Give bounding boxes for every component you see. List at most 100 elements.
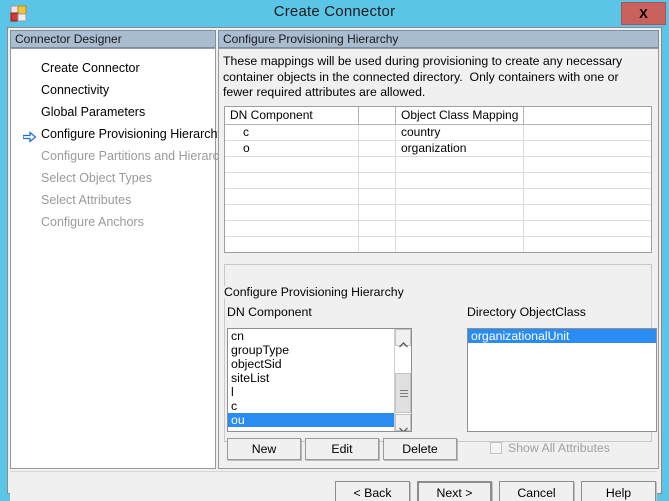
- scroll-down-button[interactable]: [395, 414, 411, 431]
- list-item-selected[interactable]: ou: [228, 413, 394, 427]
- cell-dn-component: c: [225, 125, 359, 140]
- cell-dn-component: o: [225, 141, 359, 156]
- list-item[interactable]: c: [228, 399, 394, 413]
- sidebar-item-label: Configure Anchors: [41, 215, 144, 229]
- cell-empty: [359, 237, 396, 252]
- dn-component-listbox[interactable]: cn groupType objectSid siteList l c ou: [227, 328, 412, 432]
- cell-empty: [225, 221, 359, 236]
- page-description: These mappings will be used during provi…: [223, 54, 626, 99]
- new-button[interactable]: New: [227, 438, 301, 460]
- grid-column-header-spacer[interactable]: [359, 107, 396, 124]
- grid-header-row: DN Component Object Class Mapping: [225, 107, 651, 125]
- cell-object-class-mapping: country: [396, 125, 524, 140]
- cell-empty: [359, 221, 396, 236]
- sidebar-item-label: Select Attributes: [41, 193, 132, 207]
- dn-component-label: DN Component: [227, 305, 312, 319]
- dialog-client-area: Connector Designer Create Connector Conn…: [7, 27, 662, 501]
- cell-spacer: [359, 125, 396, 140]
- title-bar: Create Connector X: [0, 0, 669, 27]
- cell-empty: [524, 173, 651, 188]
- table-row-empty[interactable]: [225, 221, 651, 237]
- next-button[interactable]: Next >: [417, 481, 492, 501]
- create-connector-window: Create Connector X Connector Designer Cr…: [0, 0, 669, 501]
- sidebar-item-select-attributes: Select Attributes: [11, 189, 215, 211]
- cell-empty: [524, 237, 651, 252]
- grid-column-header-filler[interactable]: [524, 107, 651, 124]
- list-item[interactable]: l: [228, 385, 394, 399]
- sidebar-item-label: Global Parameters: [41, 105, 146, 119]
- table-row-empty[interactable]: [225, 157, 651, 173]
- list-item[interactable]: siteList: [228, 371, 394, 385]
- scrollbar-grip-icon: [400, 390, 408, 397]
- cell-empty: [524, 157, 651, 172]
- directory-objectclass-listbox[interactable]: organizationalUnit: [467, 328, 657, 432]
- checkbox-box-icon: [490, 442, 502, 454]
- sidebar-item-configure-provisioning-hierarchy[interactable]: Configure Provisioning Hierarchy: [11, 123, 224, 145]
- cell-filler: [524, 125, 651, 140]
- cell-empty: [524, 205, 651, 220]
- sidebar-item-select-object-types: Select Object Types: [11, 167, 215, 189]
- window-title: Create Connector: [273, 3, 396, 20]
- cell-empty: [359, 205, 396, 220]
- sidebar-item-create-connector[interactable]: Create Connector: [11, 57, 215, 79]
- current-step-arrow-icon: [22, 128, 37, 143]
- groupbox-title: Configure Provisioning Hierarchy: [221, 286, 407, 299]
- page-title: Configure Provisioning Hierarchy: [218, 30, 659, 48]
- cell-empty: [359, 189, 396, 204]
- grid-column-header-dn-component[interactable]: DN Component: [225, 107, 359, 124]
- cell-empty: [396, 221, 524, 236]
- cell-empty: [524, 189, 651, 204]
- chevron-down-icon: [399, 420, 408, 431]
- grid-column-header-object-class-mapping[interactable]: Object Class Mapping: [396, 107, 524, 124]
- directory-objectclass-label: Directory ObjectClass: [467, 305, 586, 319]
- sidebar-item-label: Configure Provisioning Hierarchy: [41, 127, 224, 141]
- sidebar-item-connectivity[interactable]: Connectivity: [11, 79, 215, 101]
- sidebar-item-label: Select Object Types: [41, 171, 152, 185]
- scrollbar-thumb[interactable]: [395, 373, 411, 413]
- back-button[interactable]: < Back: [335, 481, 410, 501]
- cell-empty: [524, 221, 651, 236]
- delete-button[interactable]: Delete: [383, 438, 457, 460]
- sidebar-item-label: Create Connector: [41, 61, 140, 75]
- mappings-grid[interactable]: DN Component Object Class Mapping c coun…: [224, 106, 652, 253]
- dn-component-list-items: cn groupType objectSid siteList l c ou: [228, 329, 394, 431]
- sidebar-item-label: Configure Partitions and Hierarchies: [41, 149, 242, 163]
- cell-empty: [225, 189, 359, 204]
- cell-spacer: [359, 141, 396, 156]
- table-row[interactable]: o organization: [225, 141, 651, 157]
- list-item[interactable]: cn: [228, 329, 394, 343]
- cell-empty: [396, 173, 524, 188]
- table-row[interactable]: c country: [225, 125, 651, 141]
- table-row-empty[interactable]: [225, 237, 651, 252]
- show-all-attributes-label: Show All Attributes: [508, 441, 610, 455]
- list-item[interactable]: groupType: [228, 343, 394, 357]
- cell-empty: [225, 205, 359, 220]
- chevron-up-icon: [399, 335, 408, 353]
- cell-empty: [225, 237, 359, 252]
- cell-empty: [396, 189, 524, 204]
- cell-empty: [396, 205, 524, 220]
- cell-empty: [225, 173, 359, 188]
- table-row-empty[interactable]: [225, 189, 651, 205]
- edit-button[interactable]: Edit: [305, 438, 379, 460]
- table-row-empty[interactable]: [225, 205, 651, 221]
- cell-filler: [524, 141, 651, 156]
- cell-object-class-mapping: organization: [396, 141, 524, 156]
- sidebar-item-configure-partitions-and-hierarchies: Configure Partitions and Hierarchies: [11, 145, 242, 167]
- list-item[interactable]: objectSid: [228, 357, 394, 371]
- cell-empty: [396, 237, 524, 252]
- cancel-button[interactable]: Cancel: [499, 481, 574, 501]
- connector-designer-nav-list: Create Connector Connectivity Global Par…: [10, 48, 242, 469]
- dn-component-scrollbar[interactable]: [394, 329, 411, 431]
- sidebar-item-configure-anchors: Configure Anchors: [11, 211, 215, 233]
- scroll-up-button[interactable]: [395, 329, 411, 348]
- sidebar-item-label: Connectivity: [41, 83, 110, 97]
- list-item-selected[interactable]: organizationalUnit: [468, 329, 656, 343]
- show-all-attributes-checkbox: Show All Attributes: [490, 441, 610, 455]
- cell-empty: [359, 157, 396, 172]
- table-row-empty[interactable]: [225, 173, 651, 189]
- close-button[interactable]: X: [621, 2, 666, 25]
- sidebar-item-global-parameters[interactable]: Global Parameters: [11, 101, 215, 123]
- footer-bar: < Back Next > Cancel Help: [10, 472, 657, 501]
- help-button[interactable]: Help: [581, 481, 656, 501]
